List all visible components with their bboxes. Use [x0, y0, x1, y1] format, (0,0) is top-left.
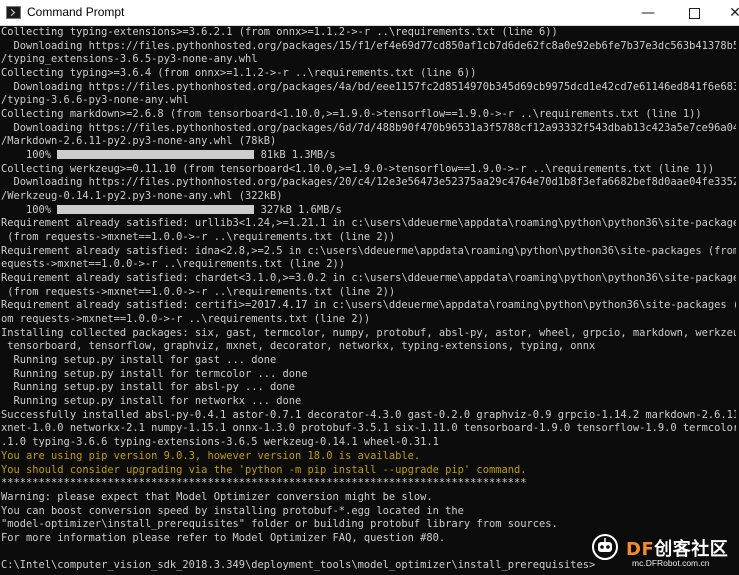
console-line-text: Successfully installed absl-py-0.4.1 ast…: [1, 408, 739, 421]
console-line: Running setup.py install for gast ... do…: [1, 354, 739, 368]
close-button[interactable]: ✕: [712, 0, 739, 26]
console-line-text: Warning: please expect that Model Optimi…: [1, 490, 433, 503]
console-line-text: Collecting typing-extensions>=3.6.2.1 (f…: [1, 26, 558, 38]
console-line: om requests->mxnet==1.0.0->-r ..\require…: [1, 313, 739, 327]
console-line: You should consider upgrading via the 'p…: [1, 464, 739, 478]
console-line-text: Requirement already satisfied: urllib3<1…: [1, 217, 739, 230]
watermark-brand-prefix: DF: [626, 539, 655, 560]
console-line: Running setup.py install for absl-py ...…: [1, 381, 739, 395]
console-line-text: Downloading https://files.pythonhosted.o…: [1, 176, 739, 189]
console-line-text: Downloading https://files.pythonhosted.o…: [1, 121, 739, 134]
console-line: /Markdown-2.6.11-py2.py3-none-any.whl (7…: [1, 135, 739, 149]
console-line-text: (from requests->mxnet==1.0.0->-r ..\requ…: [1, 231, 396, 244]
console-line: xnet-1.0.0 networkx-2.1 numpy-1.15.1 onn…: [1, 422, 739, 436]
console-line-text: Requirement already satisfied: certifi>=…: [1, 299, 739, 312]
console-line-text: /typing-3.6.6-py3-none-any.whl: [1, 94, 189, 107]
console-line-text: Requirement already satisfied: idna<2.8,…: [1, 244, 739, 257]
console-line-text: /Markdown-2.6.11-py2.py3-none-any.whl (7…: [1, 135, 277, 148]
console-line: Downloading https://files.pythonhosted.o…: [1, 176, 739, 190]
console-line: You can boost conversion speed by instal…: [1, 505, 739, 519]
watermark-brand-suffix: 创客社区: [654, 539, 729, 560]
console-output[interactable]: Collecting typing-extensions>=3.6.2.1 (f…: [0, 26, 739, 575]
watermark-url: mc.DFRobot.com.cn: [632, 558, 710, 568]
robot-logo-icon: [592, 534, 618, 560]
console-line: Downloading https://files.pythonhosted.o…: [1, 122, 739, 136]
console-line-text: Downloading https://files.pythonhosted.o…: [1, 39, 739, 52]
console-line-text: 100%: [1, 149, 58, 162]
console-line: Requirement already satisfied: chardet<3…: [1, 272, 739, 286]
console-line: 100% 327kB 1.6MB/s: [1, 204, 739, 218]
console-line-text: Running setup.py install for termcolor .…: [1, 367, 308, 380]
console-line-text: Running setup.py install for gast ... do…: [1, 354, 277, 367]
console-line: Requirement already satisfied: idna<2.8,…: [1, 245, 739, 259]
console-line: .1.0 typing-3.6.6 typing-extensions-3.6.…: [1, 436, 739, 450]
progress-stats: 81kB 1.3MB/s: [254, 149, 336, 162]
console-line-text: Installing collected packages: six, gast…: [1, 326, 739, 339]
console-line-text: ****************************************…: [1, 477, 527, 490]
console-line-text: (from requests->mxnet==1.0.0->-r ..\requ…: [1, 285, 396, 298]
window-title: Command Prompt: [27, 5, 125, 19]
console-line: Downloading https://files.pythonhosted.o…: [1, 81, 739, 95]
console-line: (from requests->mxnet==1.0.0->-r ..\requ…: [1, 231, 739, 245]
console-line-text: Collecting markdown>=2.6.8 (from tensorb…: [1, 108, 702, 121]
console-line-text: om requests->mxnet==1.0.0->-r ..\require…: [1, 313, 371, 326]
console-lines: Collecting typing-extensions>=3.6.2.1 (f…: [1, 26, 739, 573]
title-bar: Command Prompt — ✕: [0, 0, 739, 26]
console-line: /typing_extensions-3.6.5-py3-none-any.wh…: [1, 53, 739, 67]
console-line: /Werkzeug-0.14.1-py2.py3-none-any.whl (3…: [1, 190, 739, 204]
console-line: equests->mxnet==1.0.0->-r ..\requirement…: [1, 258, 739, 272]
console-line: (from requests->mxnet==1.0.0->-r ..\requ…: [1, 286, 739, 300]
console-line-text: For more information please refer to Mod…: [1, 531, 446, 544]
console-line-text: /typing_extensions-3.6.5-py3-none-any.wh…: [1, 53, 258, 66]
console-line-text: Running setup.py install for networkx ..…: [1, 395, 302, 408]
console-line-text: Requirement already satisfied: chardet<3…: [1, 272, 739, 285]
console-line: You are using pip version 9.0.3, however…: [1, 450, 739, 464]
console-line: Requirement already satisfied: urllib3<1…: [1, 217, 739, 231]
progress-stats: 327kB 1.6MB/s: [254, 203, 342, 216]
console-line-text: Downloading https://files.pythonhosted.o…: [1, 80, 739, 93]
watermark: DF创客社区 mc.DFRobot.com.cn: [588, 530, 738, 575]
console-line: /typing-3.6.6-py3-none-any.whl: [1, 94, 739, 108]
console-line-text: Collecting werkzeug>=0.11.10 (from tenso…: [1, 162, 715, 175]
console-line: Downloading https://files.pythonhosted.o…: [1, 40, 739, 54]
console-line-text: tensorboard, tensorflow, graphviz, mxnet…: [1, 340, 596, 353]
console-line-text: You can boost conversion speed by instal…: [1, 504, 464, 517]
console-line: Collecting typing>=3.6.4 (from onnx>=1.1…: [1, 67, 739, 81]
command-prompt-icon: [6, 6, 21, 19]
console-line: Running setup.py install for termcolor .…: [1, 368, 739, 382]
console-line: tensorboard, tensorflow, graphviz, mxnet…: [1, 340, 739, 354]
console-line-text: equests->mxnet==1.0.0->-r ..\requirement…: [1, 258, 346, 271]
console-line: Collecting typing-extensions>=3.6.2.1 (f…: [1, 26, 739, 40]
console-line: Warning: please expect that Model Optimi…: [1, 491, 739, 505]
console-line-text: Running setup.py install for absl-py ...…: [1, 381, 296, 394]
console-line: Requirement already satisfied: certifi>=…: [1, 299, 739, 313]
console-line: Running setup.py install for networkx ..…: [1, 395, 739, 409]
console-line-text: /Werkzeug-0.14.1-py2.py3-none-any.whl (3…: [1, 190, 283, 203]
console-line-text: You are using pip version 9.0.3, however…: [1, 449, 421, 462]
console-line: Collecting markdown>=2.6.8 (from tensorb…: [1, 108, 739, 122]
console-line-text: "model-optimizer\install_prerequisites" …: [1, 518, 558, 531]
console-line-text: 100%: [1, 203, 58, 216]
console-line-text: C:\Intel\computer_vision_sdk_2018.3.349\…: [1, 559, 596, 572]
console-line: Installing collected packages: six, gast…: [1, 327, 739, 341]
console-line: Collecting werkzeug>=0.11.10 (from tenso…: [1, 163, 739, 177]
console-line-text: xnet-1.0.0 networkx-2.1 numpy-1.15.1 onn…: [1, 422, 739, 435]
progress-bar: [57, 204, 255, 214]
console-line: Successfully installed absl-py-0.4.1 ast…: [1, 409, 739, 423]
maximize-icon: [688, 7, 700, 19]
maximize-button[interactable]: [671, 0, 717, 26]
console-line: 100% 81kB 1.3MB/s: [1, 149, 739, 163]
console-line-text: .1.0 typing-3.6.6 typing-extensions-3.6.…: [1, 436, 439, 449]
minimize-button[interactable]: —: [625, 0, 671, 26]
progress-bar: [57, 150, 255, 160]
console-line-text: Collecting typing>=3.6.4 (from onnx>=1.1…: [1, 67, 477, 80]
console-line: ****************************************…: [1, 477, 739, 491]
console-line-text: You should consider upgrading via the 'p…: [1, 463, 527, 476]
